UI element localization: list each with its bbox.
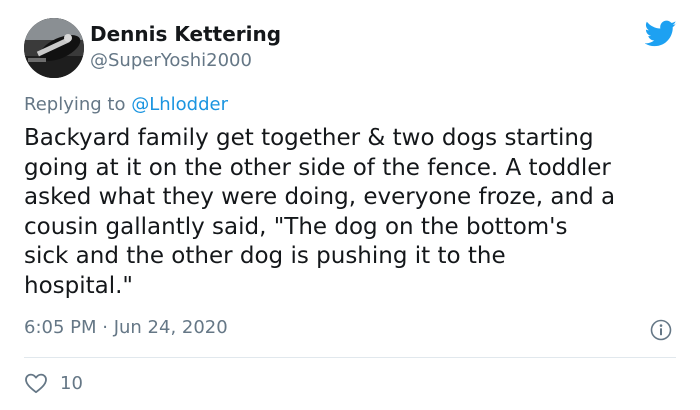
mention-link[interactable]: @Lhlodder [131,94,228,115]
avatar[interactable] [24,18,84,78]
tweet-timestamp[interactable]: 6:05 PM · Jun 24, 2020 [24,317,228,338]
tweet-text: Backyard family get together & two dogs … [24,125,616,299]
tweet-card: Dennis Kettering @SuperYoshi2000 Replyin… [0,0,700,410]
like-action[interactable]: 10 [24,370,83,396]
like-count: 10 [60,372,83,394]
replying-to-label: Replying to [24,94,132,115]
author-display-name[interactable]: Dennis Kettering [90,22,281,46]
info-icon[interactable] [650,319,672,341]
author-handle[interactable]: @SuperYoshi2000 [90,50,252,71]
heart-icon[interactable] [24,372,48,394]
user-avatar-photo-icon [24,18,84,78]
twitter-bird-icon[interactable] [645,20,677,48]
divider [24,357,676,358]
replying-to: Replying to @Lhlodder [24,94,228,115]
